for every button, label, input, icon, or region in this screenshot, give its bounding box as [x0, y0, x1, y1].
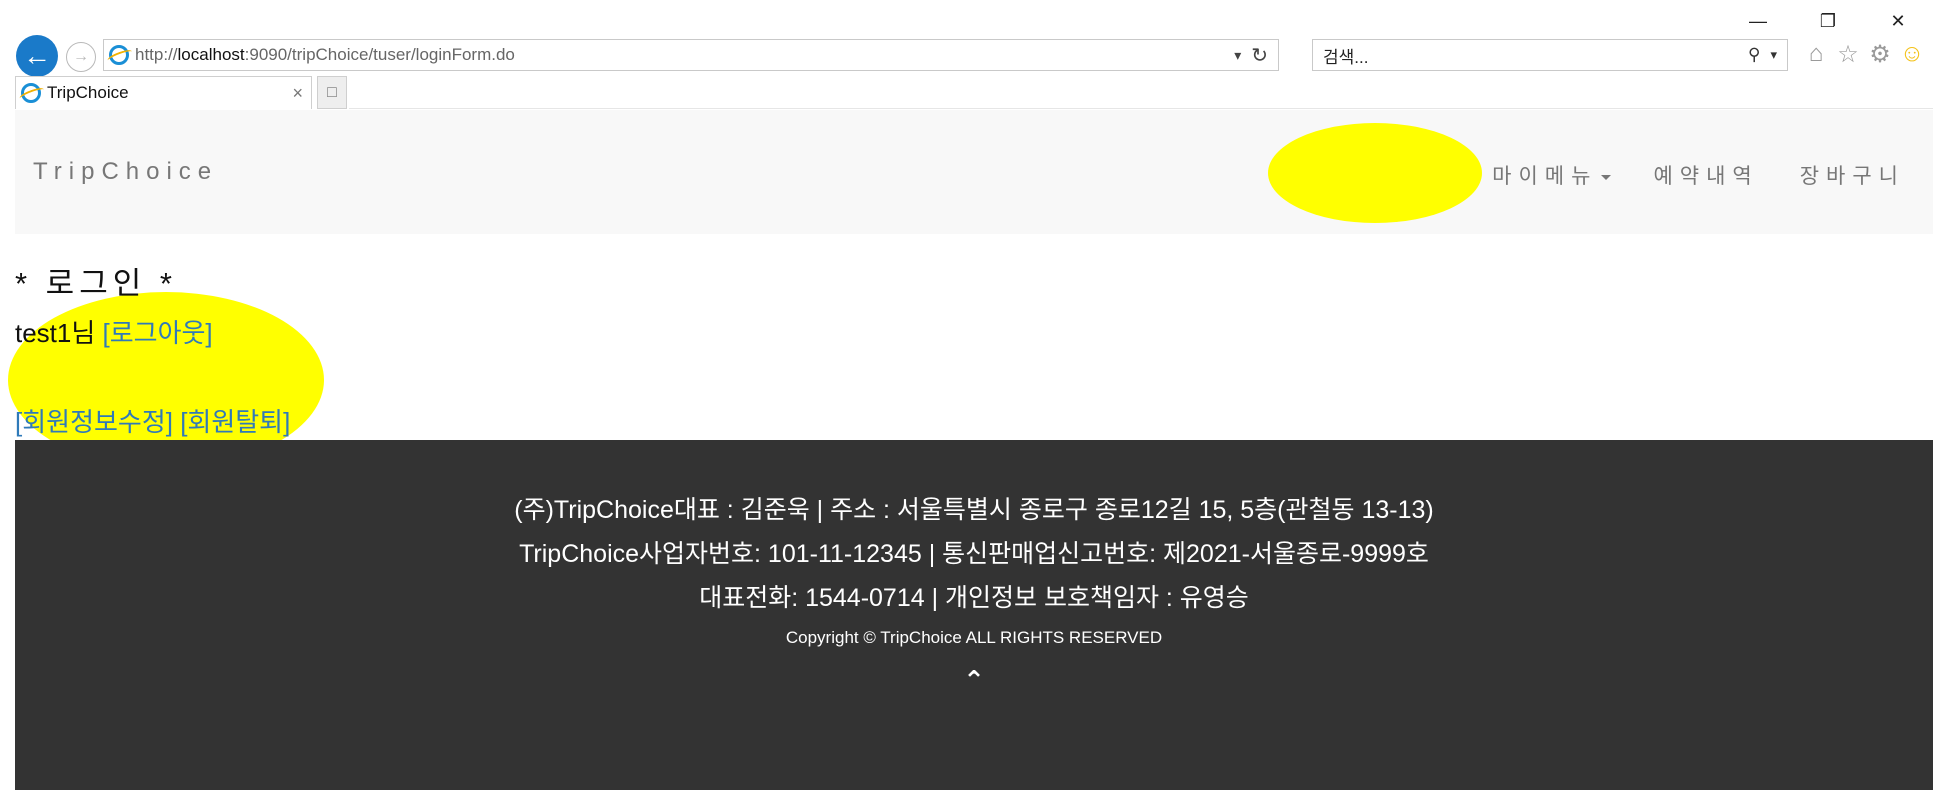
footer-contact-info: 대표전화: 1544-0714 | 개인정보 보호책임자 : 유영승: [699, 584, 1249, 612]
caret-down-icon: [1601, 174, 1612, 180]
account-links: [회원정보수정] [회원탈퇴]: [15, 402, 290, 439]
tab-close-icon[interactable]: ×: [292, 83, 303, 104]
restore-icon[interactable]: ❐: [1793, 6, 1863, 36]
feedback-smiley-icon[interactable]: ☺: [1896, 40, 1928, 69]
footer-company-info: (주)TripChoice대표 : 김준욱 | 주소 : 서울특별시 종로구 종…: [514, 496, 1434, 524]
tab-strip-divider: [349, 108, 1933, 109]
forward-button[interactable]: →: [66, 42, 96, 72]
new-tab-icon: □: [327, 83, 337, 101]
highlight-mark-navbar: [1268, 123, 1482, 223]
footer-copyright: Copyright © TripChoice ALL RIGHTS RESERV…: [785, 628, 1163, 647]
menu-my-label: 마이메뉴: [1492, 165, 1598, 188]
minimize-icon[interactable]: —: [1723, 6, 1793, 36]
nav-menu: 마이메뉴 예약내역 장바구니: [1492, 160, 1933, 190]
favorites-star-icon[interactable]: ☆: [1832, 40, 1864, 69]
address-dropdown-icon[interactable]: ▾: [1234, 47, 1241, 64]
home-icon[interactable]: ⌂: [1800, 40, 1832, 69]
new-tab-button[interactable]: □: [317, 76, 347, 109]
user-greeting: test1님 [로그아웃]: [15, 313, 213, 350]
address-bar[interactable]: http://localhost:9090/tripChoice/tuser/l…: [103, 39, 1279, 71]
menu-reservations[interactable]: 예약내역: [1653, 160, 1758, 190]
logout-link[interactable]: [로그아웃]: [103, 318, 213, 348]
edit-profile-link[interactable]: [회원정보수정]: [15, 407, 173, 437]
chevron-up-icon[interactable]: ⌃: [15, 665, 1933, 696]
ie-logo-icon: [109, 45, 129, 65]
browser-tools: ⌂ ☆ ⚙ ☺: [1800, 40, 1928, 69]
close-icon[interactable]: ✕: [1863, 6, 1933, 36]
page-title: * 로그인 *: [15, 266, 177, 301]
site-brand[interactable]: TripChoice: [33, 158, 218, 186]
user-name: test1님: [15, 318, 96, 348]
withdraw-link[interactable]: [회원탈퇴]: [180, 407, 290, 437]
site-footer: (주)TripChoice대표 : 김준욱 | 주소 : 서울특별시 종로구 종…: [15, 440, 1933, 790]
search-box[interactable]: 검색... ⚲ ▾: [1312, 39, 1788, 71]
back-button[interactable]: ←: [16, 35, 58, 77]
search-dropdown-icon[interactable]: ▾: [1770, 47, 1777, 63]
site-navbar: TripChoice 마이메뉴 예약내역 장바구니: [15, 110, 1933, 234]
search-input[interactable]: 검색...: [1323, 43, 1748, 68]
settings-gear-icon[interactable]: ⚙: [1864, 40, 1896, 69]
back-arrow-icon: ←: [23, 40, 51, 71]
search-icon[interactable]: ⚲: [1748, 45, 1760, 65]
menu-cart[interactable]: 장바구니: [1800, 160, 1905, 190]
refresh-icon[interactable]: ↻: [1251, 43, 1268, 68]
tab-favicon-icon: [21, 83, 41, 103]
tab-tripchoice[interactable]: TripChoice ×: [15, 76, 312, 109]
menu-my[interactable]: 마이메뉴: [1492, 160, 1612, 190]
forward-arrow-icon: →: [73, 48, 89, 65]
footer-business-info: TripChoice사업자번호: 101-11-12345 | 통신판매업신고번…: [519, 540, 1429, 568]
address-url[interactable]: http://localhost:9090/tripChoice/tuser/l…: [135, 45, 1234, 65]
tab-title: TripChoice: [47, 83, 129, 102]
window-controls: — ❐ ✕: [1723, 6, 1933, 36]
